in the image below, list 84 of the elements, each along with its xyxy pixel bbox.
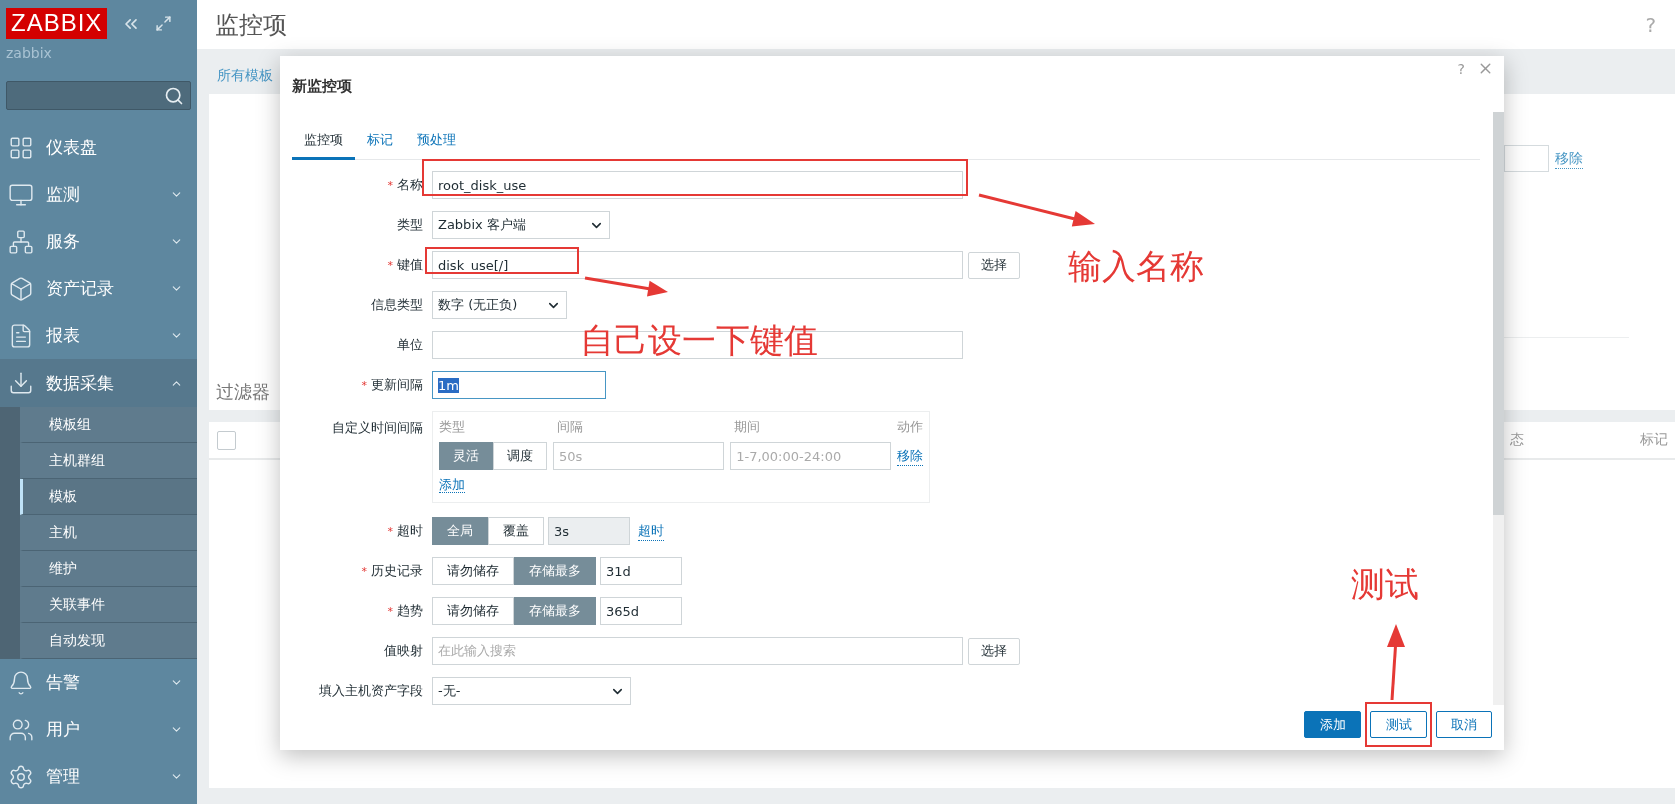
nav-item[interactable]: 报表 bbox=[0, 312, 197, 359]
bell-icon bbox=[8, 669, 34, 696]
server-name: zabbix bbox=[5, 44, 53, 61]
nav-item[interactable]: 服务 bbox=[0, 218, 197, 265]
search-field[interactable] bbox=[6, 81, 191, 110]
scrollbar[interactable] bbox=[1493, 112, 1504, 705]
field-label: * 历史记录 bbox=[360, 562, 423, 580]
field-label: * 名称 bbox=[386, 176, 423, 194]
field-label: 自定义时间间隔 bbox=[331, 419, 423, 437]
nav-item[interactable]: 管理 bbox=[0, 753, 197, 800]
text-field[interactable]: 31d bbox=[600, 557, 682, 585]
dialog-title: 新监控项 bbox=[292, 77, 352, 96]
field-label: * 超时 bbox=[386, 522, 423, 540]
highlight-frame bbox=[1365, 702, 1432, 747]
expand-icon[interactable] bbox=[155, 15, 173, 32]
nav-subitem[interactable]: 主机 bbox=[20, 515, 197, 551]
tab[interactable]: 预处理 bbox=[405, 131, 468, 160]
nav-subitem[interactable]: 自动发现 bbox=[20, 623, 197, 659]
text-field[interactable]: disk_use[/] bbox=[432, 251, 963, 279]
toggle-button[interactable]: 存储最多 bbox=[514, 557, 596, 585]
select-field[interactable]: -无- bbox=[432, 677, 631, 705]
checkbox[interactable] bbox=[217, 430, 236, 450]
toggle-button[interactable]: 请勿储存 bbox=[432, 557, 514, 585]
nav-item[interactable]: 资产记录 bbox=[0, 265, 197, 312]
cube-icon bbox=[8, 275, 34, 302]
search-field[interactable]: 在此输入搜索 bbox=[432, 637, 963, 665]
select-field[interactable]: Zabbix 客户端 bbox=[432, 211, 610, 239]
annotation-text: 测试 bbox=[1351, 563, 1419, 606]
download-icon bbox=[8, 370, 34, 396]
field-label: * 键值 bbox=[386, 256, 423, 274]
nav-subitem[interactable]: 模板 bbox=[20, 479, 197, 515]
test-button[interactable]: 测试 bbox=[1370, 711, 1427, 738]
breadcrumb-link[interactable]: 所有模板 bbox=[217, 67, 273, 83]
cancel-button[interactable]: 取消 bbox=[1436, 711, 1492, 738]
text-field[interactable]: 365d bbox=[600, 597, 682, 625]
remove-link[interactable]: 移除 bbox=[897, 446, 923, 466]
field-label: 值映射 bbox=[383, 642, 423, 660]
column-header: 间隔 bbox=[556, 418, 584, 436]
field-label: 单位 bbox=[396, 336, 423, 354]
filter-title: 过滤器 bbox=[216, 380, 270, 404]
toggle-button[interactable]: 调度 bbox=[493, 442, 547, 470]
annotation-text: 自己设一下键值 bbox=[580, 319, 818, 362]
field-label: * 趋势 bbox=[386, 602, 423, 620]
add-link[interactable]: 添加 bbox=[439, 477, 465, 493]
tab[interactable]: 标记 bbox=[355, 131, 405, 160]
select-field[interactable]: 数字 (无正负) bbox=[432, 291, 567, 319]
select-button[interactable]: 选择 bbox=[968, 251, 1020, 279]
settings-icon bbox=[8, 763, 34, 790]
page-title: 监控项 bbox=[215, 9, 287, 41]
tab[interactable]: 监控项 bbox=[292, 131, 355, 160]
field-label: 填入主机资产字段 bbox=[318, 682, 423, 700]
nav-subitem[interactable]: 主机群组 bbox=[20, 443, 197, 479]
nav-item[interactable]: 告警 bbox=[0, 659, 197, 706]
nav-item[interactable]: 仪表盘 bbox=[0, 124, 197, 171]
toggle-button[interactable]: 请勿储存 bbox=[432, 597, 514, 625]
column-header: 态 bbox=[1510, 431, 1524, 449]
filter-field[interactable] bbox=[1504, 145, 1549, 172]
remove-link[interactable]: 移除 bbox=[1555, 150, 1583, 169]
nav-subitem[interactable]: 模板组 bbox=[20, 407, 197, 443]
field-label: 类型 bbox=[396, 216, 423, 234]
interval-field[interactable]: 50s bbox=[553, 442, 725, 470]
nav-item[interactable]: 用户 bbox=[0, 706, 197, 753]
column-header: 标记 bbox=[1640, 431, 1668, 449]
toggle-button[interactable]: 灵活 bbox=[439, 442, 493, 470]
column-header: 类型 bbox=[439, 418, 466, 436]
period-field[interactable]: 1-7,00:00-24:00 bbox=[730, 442, 891, 470]
text-field[interactable]: root_disk_use bbox=[432, 171, 963, 199]
text-field[interactable]: 1m bbox=[432, 371, 606, 399]
column-header: 期间 bbox=[733, 418, 761, 436]
nav-item[interactable]: 数据采集 bbox=[0, 359, 197, 407]
annotation-text: 输入名称 bbox=[1068, 245, 1204, 288]
logo: ZABBIX bbox=[6, 8, 108, 39]
field-label: 信息类型 bbox=[370, 296, 423, 314]
nav-subitem[interactable]: 维护 bbox=[20, 551, 197, 587]
help-link[interactable]: ? bbox=[1457, 60, 1465, 77]
add-button[interactable]: 添加 bbox=[1304, 711, 1361, 738]
column-header: 动作 bbox=[897, 418, 923, 436]
select-button[interactable]: 选择 bbox=[968, 637, 1020, 665]
sitemap-icon bbox=[8, 228, 34, 255]
field-label: * 更新间隔 bbox=[360, 376, 423, 394]
toggle-button[interactable]: 存储最多 bbox=[514, 597, 596, 625]
nav-subitem[interactable]: 关联事件 bbox=[20, 587, 197, 623]
nav-item[interactable]: 监测 bbox=[0, 171, 197, 218]
search-icon bbox=[164, 85, 184, 106]
